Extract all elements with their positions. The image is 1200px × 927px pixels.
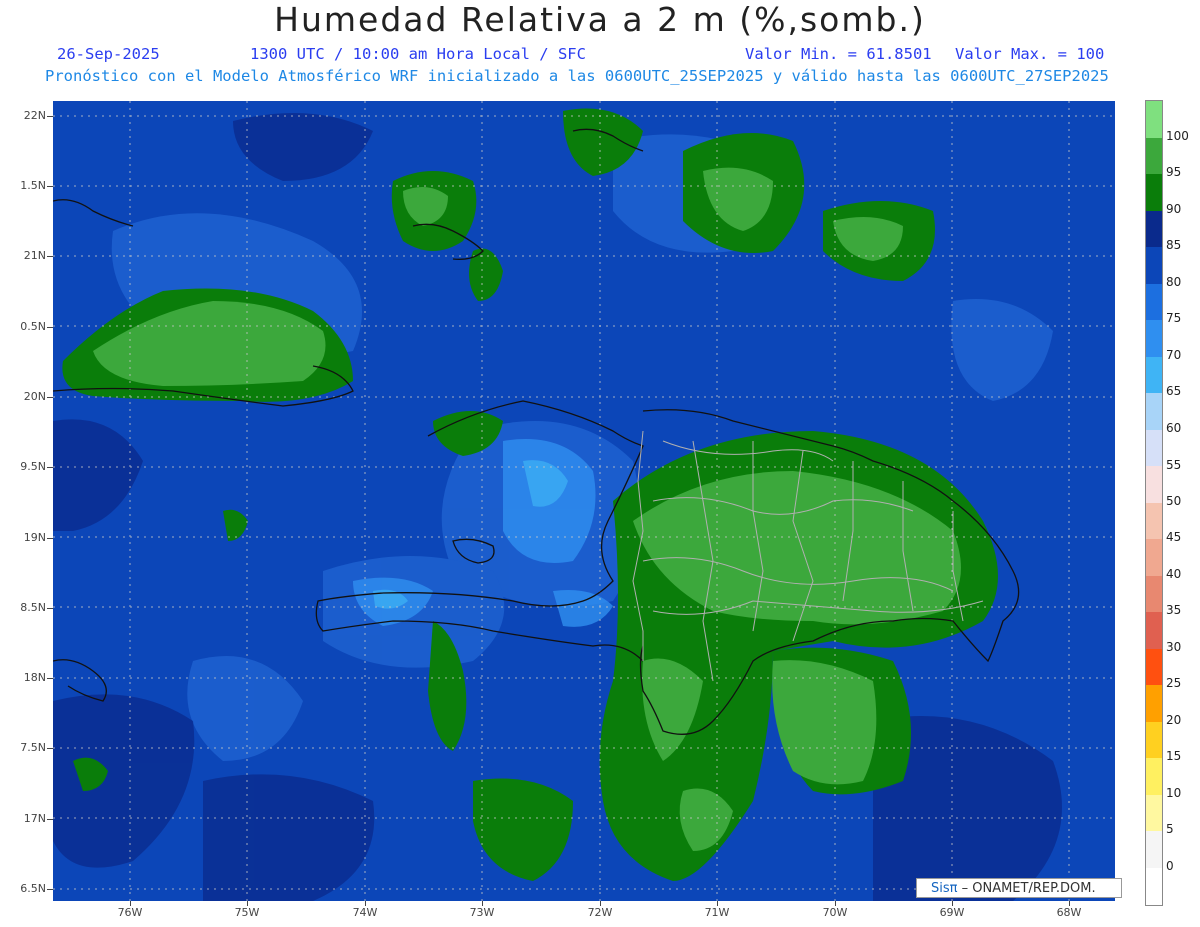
colorbar-label: 10 <box>1166 786 1182 800</box>
colorbar-label: 0 <box>1166 859 1174 873</box>
lon-tick <box>600 901 601 906</box>
colorbar-swatch <box>1146 721 1162 758</box>
colorbar-label: 30 <box>1166 640 1182 654</box>
lat-tick <box>47 467 53 468</box>
lat-label: 21N <box>23 249 46 262</box>
lat-label: 6.5N <box>20 882 46 895</box>
lon-label: 76W <box>117 906 143 919</box>
lat-label: 0.5N <box>20 320 46 333</box>
lon-tick <box>717 901 718 906</box>
colorbar-swatch <box>1146 429 1162 466</box>
colorbar-swatch <box>1146 685 1162 722</box>
colorbar-label: 85 <box>1166 238 1182 252</box>
lon-label: 72W <box>587 906 613 919</box>
colorbar-label: 55 <box>1166 458 1182 472</box>
lat-tick <box>47 116 53 117</box>
colorbar-swatch <box>1146 758 1162 795</box>
colorbar-label: 100 <box>1166 129 1189 143</box>
max-value-label: Valor Max. = 100 <box>955 45 1105 63</box>
lon-label: 75W <box>234 906 260 919</box>
lat-tick <box>47 397 53 398</box>
lon-label: 73W <box>469 906 495 919</box>
lat-label: 9.5N <box>20 460 46 473</box>
lat-label: 1.5N <box>20 179 46 192</box>
colorbar-swatch <box>1146 101 1162 138</box>
lon-label: 74W <box>352 906 378 919</box>
colorbar-label: 15 <box>1166 749 1182 763</box>
colorbar-swatch <box>1146 247 1162 284</box>
colorbar-swatch <box>1146 174 1162 211</box>
lat-tick <box>47 186 53 187</box>
colorbar-swatch <box>1146 575 1162 612</box>
min-value-label: Valor Min. = 61.8501 <box>745 45 932 63</box>
colorbar-label: 60 <box>1166 421 1182 435</box>
lat-tick <box>47 748 53 749</box>
lat-label: 20N <box>23 390 46 403</box>
humidity-field <box>53 101 1115 901</box>
credit-organization: – ONAMET/REP.DOM. <box>957 881 1096 896</box>
lat-label: 22N <box>23 109 46 122</box>
lat-label: 8.5N <box>20 601 46 614</box>
lon-tick <box>952 901 953 906</box>
colorbar-swatch <box>1146 283 1162 320</box>
lon-tick <box>835 901 836 906</box>
lat-label: 17N <box>23 812 46 825</box>
colorbar-swatch <box>1146 831 1162 868</box>
colorbar-label: 80 <box>1166 275 1182 289</box>
lat-tick <box>47 608 53 609</box>
map-title: Humedad Relativa a 2 m (%,somb.) <box>274 0 926 39</box>
colorbar-label: 90 <box>1166 202 1182 216</box>
lon-tick <box>1069 901 1070 906</box>
sispi-logo: Sisπ <box>931 881 958 896</box>
lon-tick <box>130 901 131 906</box>
colorbar-label: 75 <box>1166 311 1182 325</box>
lat-tick <box>47 256 53 257</box>
lat-label: 18N <box>23 671 46 684</box>
lat-tick <box>47 678 53 679</box>
colorbar-swatch <box>1146 356 1162 393</box>
lat-tick <box>47 538 53 539</box>
colorbar-label: 70 <box>1166 348 1182 362</box>
lat-label: 19N <box>23 531 46 544</box>
lon-label: 71W <box>704 906 730 919</box>
lon-tick <box>247 901 248 906</box>
colorbar-swatch <box>1146 648 1162 685</box>
colorbar-swatch <box>1146 393 1162 430</box>
colorbar-swatch <box>1146 320 1162 357</box>
lat-label: 7.5N <box>20 741 46 754</box>
lat-tick <box>47 327 53 328</box>
lon-label: 70W <box>822 906 848 919</box>
colorbar-label: 25 <box>1166 676 1182 690</box>
colorbar <box>1145 100 1163 906</box>
colorbar-label: 40 <box>1166 567 1182 581</box>
colorbar-swatch <box>1146 539 1162 576</box>
colorbar-label: 65 <box>1166 384 1182 398</box>
colorbar-label: 5 <box>1166 822 1174 836</box>
colorbar-swatch <box>1146 466 1162 503</box>
colorbar-label: 45 <box>1166 530 1182 544</box>
lon-label: 68W <box>1056 906 1082 919</box>
time-label: 1300 UTC / 10:00 am Hora Local / SFC <box>250 45 586 63</box>
colorbar-label: 50 <box>1166 494 1182 508</box>
colorbar-label: 95 <box>1166 165 1182 179</box>
colorbar-label: 35 <box>1166 603 1182 617</box>
colorbar-swatch <box>1146 137 1162 174</box>
lat-tick <box>47 819 53 820</box>
date-label: 26-Sep-2025 <box>57 45 160 63</box>
lon-tick <box>482 901 483 906</box>
colorbar-swatch <box>1146 794 1162 831</box>
lon-label: 69W <box>939 906 965 919</box>
colorbar-swatch <box>1146 612 1162 649</box>
lon-tick <box>365 901 366 906</box>
humidity-map <box>53 101 1115 901</box>
model-info-line: Pronóstico con el Modelo Atmosférico WRF… <box>45 67 1109 85</box>
colorbar-label: 20 <box>1166 713 1182 727</box>
colorbar-swatch <box>1146 502 1162 539</box>
credit-box: Sisπ – ONAMET/REP.DOM. <box>916 878 1122 898</box>
lat-tick <box>47 889 53 890</box>
colorbar-swatch <box>1146 210 1162 247</box>
